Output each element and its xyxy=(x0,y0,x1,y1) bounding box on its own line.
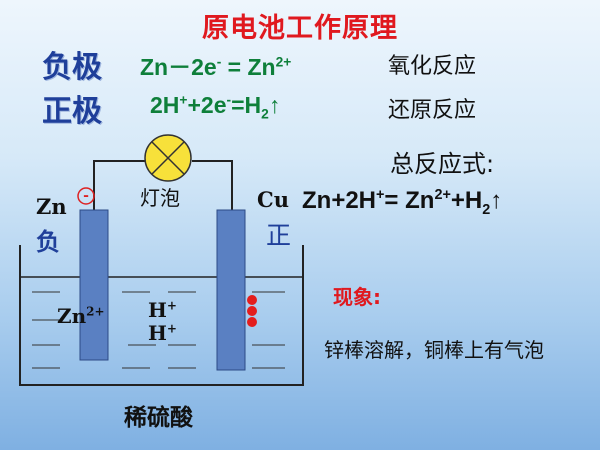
hydrogen-ion-label-2: H+ xyxy=(148,321,177,345)
copper-electrode xyxy=(216,209,246,371)
zinc-ion-text: Zn xyxy=(57,304,87,328)
hydrogen-bubbles xyxy=(247,295,257,327)
zinc-electrode xyxy=(79,209,109,361)
bulb-icon xyxy=(144,134,192,182)
zinc-pole-label: 负 xyxy=(36,228,60,256)
observation-text: 锌棒溶解，铜棒上有气泡 xyxy=(324,338,544,362)
hydrogen-ion-text-1: H xyxy=(148,298,167,322)
bulb-label: 灯泡 xyxy=(140,186,180,210)
copper-pole-label: 正 xyxy=(266,221,292,250)
solution-label: 稀硫酸 xyxy=(124,405,193,431)
negative-sign-text: - xyxy=(83,188,89,204)
hydrogen-ion-charge-1: + xyxy=(166,298,177,313)
zinc-label: Zn xyxy=(36,194,67,219)
observation-heading: 现象: xyxy=(333,285,381,309)
copper-label: Cu xyxy=(257,187,289,212)
hydrogen-ion-label-1: H+ xyxy=(148,298,177,322)
hydrogen-ion-charge-2: + xyxy=(166,321,177,336)
hydrogen-ion-text-2: H xyxy=(148,321,167,345)
galvanic-cell-diagram xyxy=(19,134,304,386)
zinc-ion-label: Zn2+ xyxy=(57,304,105,328)
zinc-ion-charge: 2+ xyxy=(86,304,105,319)
